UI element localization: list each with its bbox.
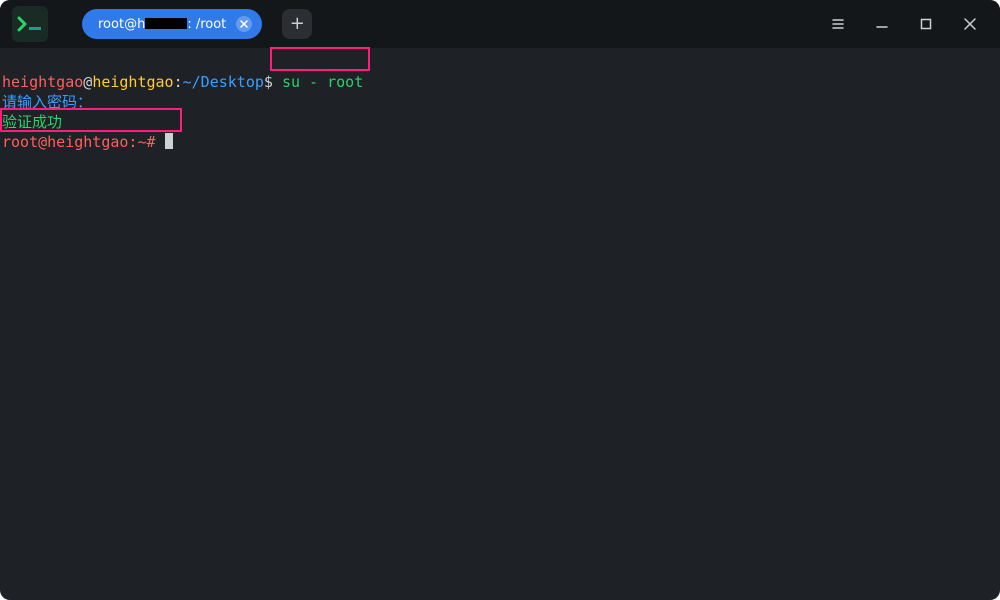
tab-close-icon[interactable]: [236, 16, 252, 32]
maximize-button[interactable]: [918, 16, 934, 32]
terminal-line: root@heightgao:~#: [2, 132, 173, 152]
app-logo-icon: [12, 6, 48, 42]
terminal-line: 验证成功: [2, 112, 62, 132]
terminal-line: heightgao@heightgao:~/Desktop$ su - root: [2, 72, 363, 92]
terminal-window: root@h: /root + heightgao@heightgao:~/D: [0, 0, 1000, 600]
terminal-body[interactable]: heightgao@heightgao:~/Desktop$ su - root…: [0, 48, 1000, 176]
menu-button[interactable]: [830, 16, 846, 32]
redaction-block: [145, 18, 187, 29]
plus-icon: +: [290, 15, 305, 33]
tab-title: root@h: /root: [98, 17, 226, 32]
new-tab-button[interactable]: +: [282, 9, 312, 39]
window-controls: [830, 16, 988, 32]
terminal-line: 请输入密码：: [2, 92, 92, 112]
titlebar: root@h: /root +: [0, 0, 1000, 48]
tab-active[interactable]: root@h: /root: [82, 9, 262, 39]
close-button[interactable]: [962, 16, 978, 32]
cursor-icon: [165, 133, 173, 149]
minimize-button[interactable]: [874, 16, 890, 32]
